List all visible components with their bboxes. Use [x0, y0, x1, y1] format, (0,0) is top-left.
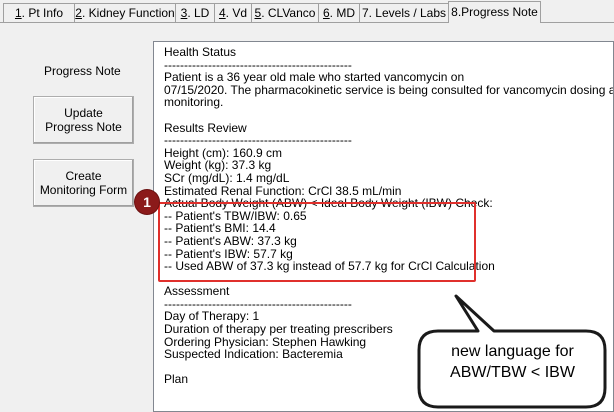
- scr-value: SCr (mg/dL): 1.4 mg/dL: [164, 170, 290, 185]
- callout-text: new language for ABW/TBW < IBW: [450, 343, 575, 381]
- abw-highlight-box: [158, 202, 476, 282]
- section-rule: ----------------------------------------…: [164, 133, 352, 148]
- tab-clvanco[interactable]: 5. CLVanco: [251, 3, 319, 22]
- update-progress-note-button[interactable]: Update Progress Note: [33, 96, 134, 144]
- health-status-line: 07/15/2020. The pharmacokinetic service …: [164, 82, 614, 97]
- sidebar-title: Progress Note: [44, 64, 121, 78]
- tab-ld[interactable]: 3. LD: [175, 3, 215, 22]
- duration-of-therapy: Duration of therapy per treating prescri…: [164, 322, 393, 337]
- tab-levels-labs[interactable]: 7. Levels / Labs: [359, 3, 449, 22]
- tab-pt-info[interactable]: 1. Pt Info: [3, 3, 75, 22]
- create-monitoring-form-button[interactable]: Create Monitoring Form: [33, 159, 134, 207]
- tab-vd[interactable]: 4. Vd: [214, 3, 252, 22]
- tab-md[interactable]: 6. MD: [318, 3, 360, 22]
- tab-progress-note[interactable]: 8.Progress Note: [448, 1, 541, 23]
- annotation-badge: 1: [135, 190, 159, 214]
- tab-kidney-function[interactable]: 2. Kidney Function: [74, 3, 176, 22]
- health-status-heading: Health Status: [164, 45, 237, 59]
- health-status-line: Patient is a 36 year old male who starte…: [164, 70, 465, 85]
- assessment-heading: Assessment: [164, 284, 230, 299]
- tab-bar: 1. Pt Info 2. Kidney Function 3. LD 4. V…: [0, 0, 614, 24]
- health-status-line: monitoring.: [164, 95, 224, 110]
